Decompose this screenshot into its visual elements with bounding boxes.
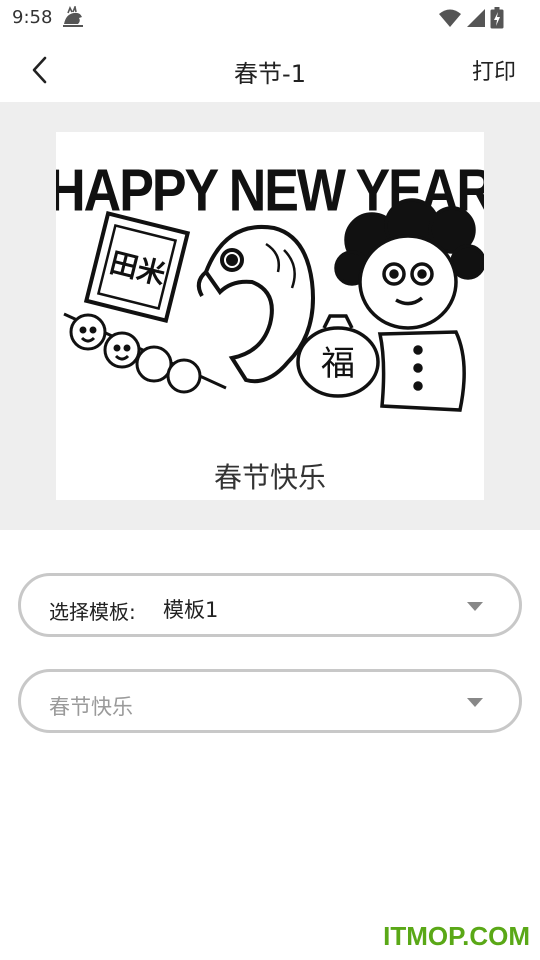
template-selector[interactable]: 选择模板: 模板1 bbox=[18, 573, 522, 637]
template-selector-value: 模板1 bbox=[163, 598, 219, 622]
preview-caption: 春节快乐 bbox=[213, 461, 326, 494]
signal-icon bbox=[467, 9, 485, 27]
back-button[interactable] bbox=[20, 50, 60, 90]
notification-bird-icon bbox=[63, 6, 83, 27]
bag-text: 福 bbox=[321, 344, 355, 384]
app-bar: 春节-1 打印 bbox=[0, 36, 540, 102]
frame-text: 田米 bbox=[106, 246, 168, 292]
watermark: ITMOP.COM bbox=[383, 921, 530, 951]
status-bar: 9:58 bbox=[0, 0, 540, 36]
status-icons bbox=[438, 6, 504, 30]
dropdown-arrow-icon bbox=[467, 602, 483, 611]
status-time: 9:58 bbox=[12, 7, 53, 28]
preview-card: HAPPY NEW YEAR 田米 福 春节快乐 bbox=[56, 132, 484, 500]
dumpling-skewer-drawing bbox=[63, 312, 227, 394]
text-selector-placeholder: 春节快乐 bbox=[49, 695, 133, 719]
print-button[interactable]: 打印 bbox=[472, 54, 516, 86]
dropdown-arrow-icon bbox=[467, 698, 483, 707]
new-year-illustration: HAPPY NEW YEAR 田米 福 bbox=[56, 156, 484, 412]
chevron-left-icon bbox=[32, 56, 47, 84]
preview-area: HAPPY NEW YEAR 田米 福 春节快乐 bbox=[0, 102, 540, 530]
page-title: 春节-1 bbox=[234, 60, 306, 88]
wifi-icon bbox=[439, 9, 461, 27]
battery-icon bbox=[490, 7, 504, 29]
fish-drawing bbox=[196, 225, 315, 384]
template-selector-label: 选择模板: bbox=[49, 600, 136, 624]
text-selector[interactable]: 春节快乐 bbox=[18, 669, 522, 733]
framed-picture-drawing: 田米 bbox=[83, 210, 191, 324]
